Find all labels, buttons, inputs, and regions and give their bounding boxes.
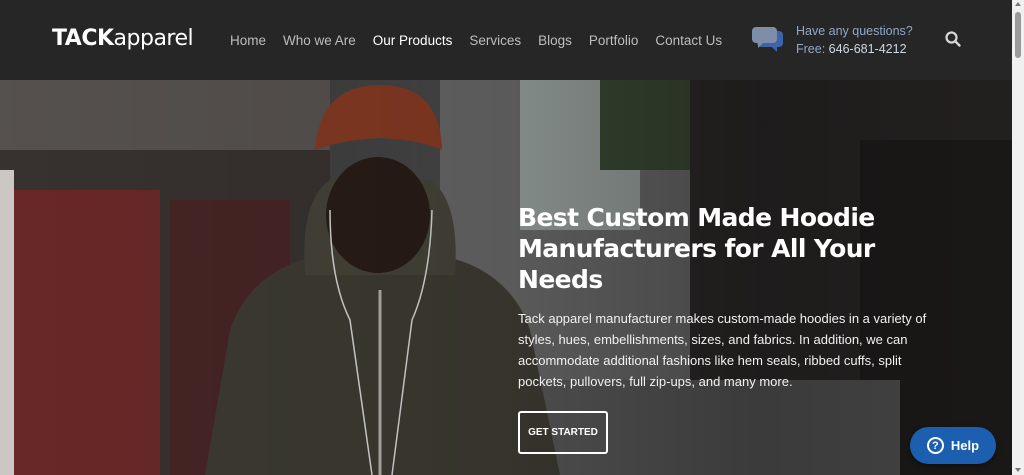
logo-light-text: apparel <box>113 26 194 51</box>
site-logo[interactable]: TACK apparel <box>52 26 194 51</box>
question-icon: ? <box>926 437 944 454</box>
contact-free-label: Free: <box>796 42 826 56</box>
scroll-thumb[interactable] <box>1015 12 1021 58</box>
contact-info: Have any questions? Free: 646-681-4212 <box>752 22 913 58</box>
nav-contact-us[interactable]: Contact Us <box>655 33 722 48</box>
logo-bold-text: TACK <box>52 26 114 51</box>
page-scrollbar[interactable] <box>1012 0 1024 475</box>
hero-content: Best Custom Made Hoodie Manufacturers fo… <box>518 202 958 454</box>
help-button[interactable]: ? Help <box>910 427 996 464</box>
contact-phone-number[interactable]: 646-681-4212 <box>829 42 907 56</box>
nav-portfolio[interactable]: Portfolio <box>589 33 639 48</box>
get-started-button[interactable]: GET STARTED <box>518 411 608 454</box>
nav-our-products[interactable]: Our Products <box>373 33 453 48</box>
scroll-up-arrow-icon[interactable] <box>1015 2 1021 6</box>
chat-bubbles-icon <box>752 25 784 53</box>
main-nav: Home Who we Are Our Products Services Bl… <box>230 0 739 80</box>
contact-question: Have any questions? <box>796 24 913 38</box>
contact-phone-line[interactable]: Free: 646-681-4212 <box>796 40 913 58</box>
nav-home[interactable]: Home <box>230 33 266 48</box>
search-icon[interactable] <box>944 30 962 48</box>
site-header: TACK apparel Home Who we Are Our Products… <box>0 0 1012 80</box>
hero-description: Tack apparel manufacturer makes custom-m… <box>518 311 927 389</box>
hero-title-line2: Manufacturers for All Your Needs <box>518 234 875 294</box>
hero-title: Best Custom Made Hoodie Manufacturers fo… <box>518 202 958 295</box>
hero-title-line1: Best Custom Made Hoodie <box>518 203 875 232</box>
help-label: Help <box>950 438 980 453</box>
hero-banner: Best Custom Made Hoodie Manufacturers fo… <box>0 80 1012 475</box>
nav-blogs[interactable]: Blogs <box>538 33 572 48</box>
nav-services[interactable]: Services <box>469 33 521 48</box>
nav-who-we-are[interactable]: Who we Are <box>283 33 356 48</box>
contact-text: Have any questions? Free: 646-681-4212 <box>796 22 913 58</box>
scroll-down-arrow-icon[interactable] <box>1015 468 1021 472</box>
